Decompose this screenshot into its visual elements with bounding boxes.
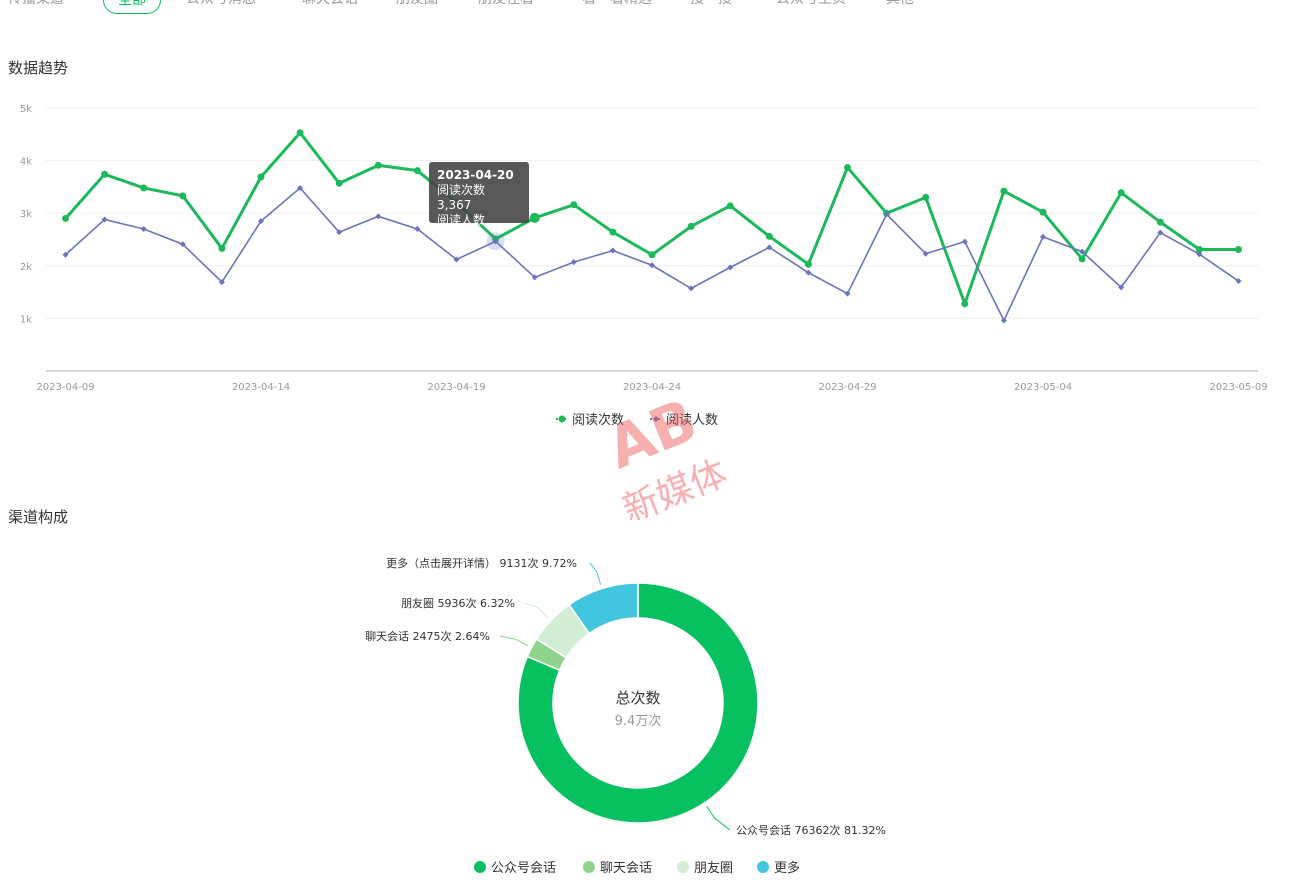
data-point-reads	[922, 193, 930, 201]
tooltip-readers: 阅读人数 2,465	[437, 213, 486, 242]
label-leader-line	[706, 805, 731, 831]
x-tick-label: 2023-04-29	[818, 382, 876, 393]
data-point-reads	[413, 167, 421, 175]
donut-center-subtitle: 9.4万次	[615, 713, 662, 729]
channel-legend: 公众号会话 聊天会话 朋友圈 更多	[474, 860, 800, 876]
data-point-readers	[375, 213, 382, 220]
data-point-reads	[218, 244, 226, 252]
data-point-reads	[765, 232, 773, 240]
label-leader-line	[589, 562, 602, 585]
x-tick-label: 2023-05-04	[1014, 382, 1072, 393]
donut-slice-2	[535, 603, 591, 659]
data-point-reads	[570, 201, 578, 209]
data-point-readers	[961, 238, 968, 245]
data-point-reads	[101, 170, 109, 178]
slice-label: 公众号会话 76362次 81.32%	[736, 823, 886, 837]
data-point-reads	[374, 161, 382, 169]
slice-label: 更多（点击展开详情） 9131次 9.72%	[386, 556, 577, 570]
data-point-reads	[1156, 218, 1164, 226]
x-tick-label: 2023-05-09	[1209, 382, 1267, 393]
data-point-reads	[1117, 189, 1125, 197]
channel-section-title: 渠道构成	[8, 508, 69, 526]
x-tick-label: 2023-04-19	[427, 382, 485, 393]
data-point-reads	[62, 214, 69, 222]
data-point-readers	[140, 225, 147, 232]
x-tick-label: 2023-04-24	[623, 382, 681, 393]
data-point-readers	[727, 264, 734, 271]
legend-dot	[583, 861, 595, 873]
x-tick-label: 2023-04-14	[232, 382, 290, 393]
data-point-reads	[1078, 255, 1086, 263]
legend-label: 朋友圈	[694, 860, 733, 876]
trend-legend: 阅读次数 阅读人数	[556, 412, 718, 428]
y-tick-label: 2k	[20, 262, 32, 273]
legend-label: 阅读次数	[572, 412, 624, 428]
data-point-reads	[529, 212, 540, 223]
legend-label: 聊天会话	[600, 861, 652, 876]
tooltip-date: 2023-04-20	[437, 168, 514, 182]
data-point-readers	[609, 247, 616, 254]
data-point-reads	[1039, 208, 1047, 216]
chart-tooltip: 2023-04-20 阅读次数 3,367 阅读人数 2,465	[429, 162, 529, 242]
legend-point-marker	[653, 416, 659, 422]
y-tick-label: 3k	[20, 209, 32, 220]
data-point-reads	[609, 228, 617, 236]
donut-slice-1	[526, 637, 568, 672]
data-point-reads	[961, 300, 969, 308]
legend-label: 阅读人数	[666, 413, 718, 428]
data-point-reads	[648, 251, 656, 259]
series-line-reads	[64, 130, 1239, 309]
legend-label: 公众号会话	[491, 861, 556, 876]
data-point-reads	[179, 192, 187, 200]
donut-slice-0	[517, 582, 759, 824]
label-leader-line	[499, 635, 529, 647]
data-point-reads	[296, 129, 304, 137]
label-leader-line	[524, 602, 549, 618]
donut-center-title: 总次数	[615, 689, 660, 707]
x-tick-label: 2023-04-09	[36, 382, 94, 393]
legend-point-marker	[558, 415, 566, 423]
data-point-reads	[804, 260, 812, 268]
slice-label: 聊天会话 2475次 2.64%	[365, 629, 490, 643]
data-point-reads	[1000, 187, 1008, 195]
svg-text:新媒体: 新媒体	[617, 453, 733, 520]
legend-dot	[757, 861, 769, 873]
data-point-readers	[1040, 233, 1046, 240]
data-point-reads	[257, 173, 265, 181]
data-point-reads	[687, 222, 695, 230]
tooltip-reads: 阅读次数 3,367	[437, 183, 486, 212]
legend-dot	[677, 861, 689, 873]
trend-line-chart: 1k 2k 3k 4k 5k 2023-04-09 2023-04-14 2023-04-19…	[20, 104, 1268, 428]
data-point-readers	[570, 259, 577, 266]
data-point-reads	[140, 184, 148, 192]
y-tick-label: 1k	[20, 314, 32, 325]
data-point-reads	[1235, 245, 1242, 253]
data-point-reads	[726, 202, 734, 210]
data-point-reads	[844, 163, 851, 171]
donut-slice-3	[568, 582, 639, 635]
legend-dot	[474, 861, 486, 873]
legend-label: 更多	[774, 860, 800, 876]
y-tick-label: 5k	[20, 104, 32, 115]
y-tick-label: 4k	[20, 157, 32, 168]
slice-label: 朋友圈 5936次 6.32%	[401, 596, 515, 610]
data-point-reads	[335, 179, 343, 187]
data-point-readers	[844, 290, 851, 297]
